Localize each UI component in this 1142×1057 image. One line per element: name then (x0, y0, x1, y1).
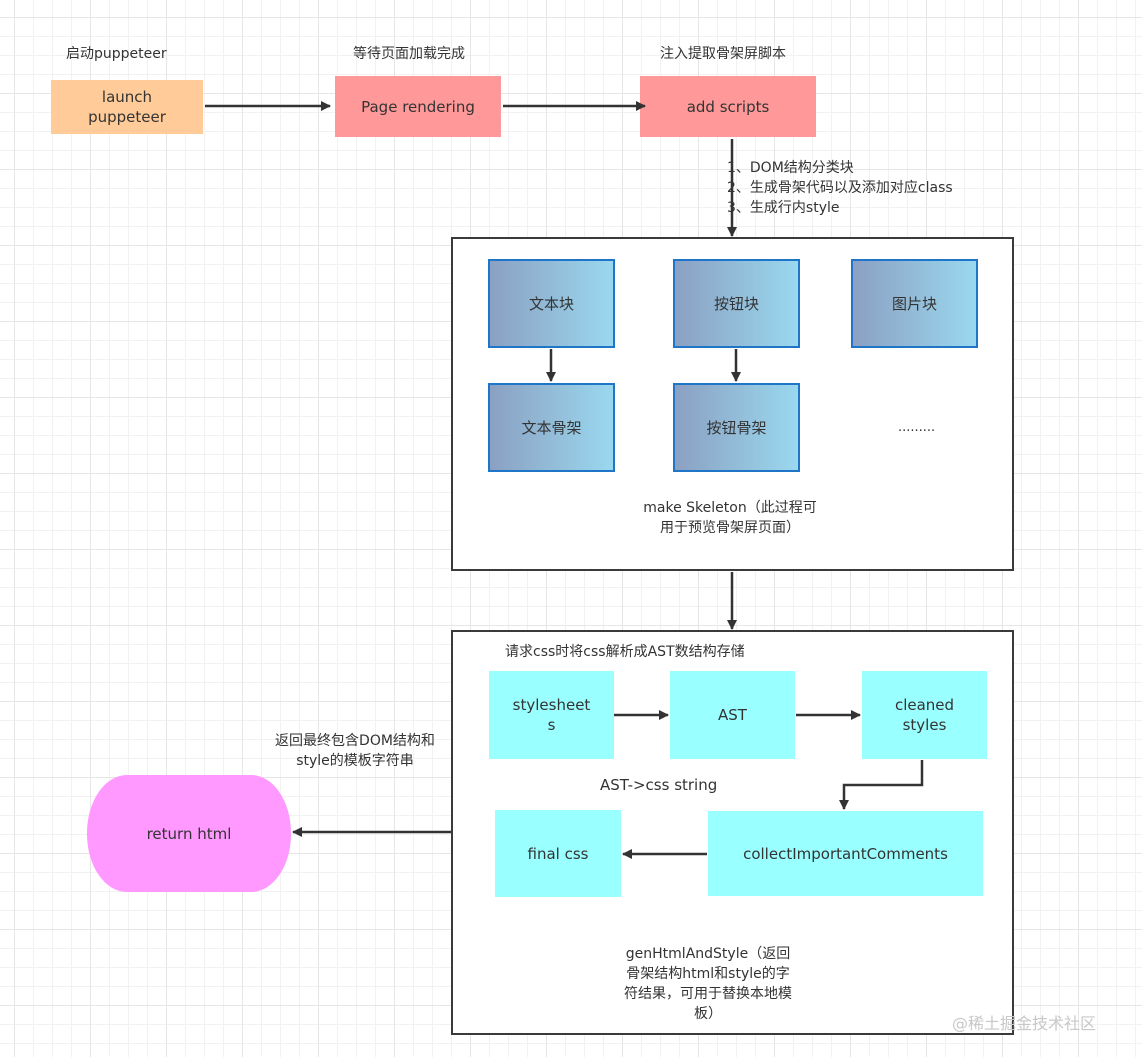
cleaned-label-line2: styles (902, 716, 947, 734)
render-caption: 等待页面加载完成 (353, 46, 465, 62)
image-block-node[interactable]: 图片块 (851, 259, 978, 348)
make-skeleton-caption-1: make Skeleton（此过程可 (643, 500, 817, 516)
return-html-label: return html (146, 824, 232, 843)
ast-node[interactable]: AST (670, 671, 795, 759)
gen-caption-1: genHtmlAndStyle（返回 (625, 946, 791, 962)
launch-puppeteer-node[interactable]: launch puppeteer (51, 80, 203, 134)
cleaned-label-line1: cleaned (894, 696, 955, 714)
scripts-caption: 注入提取骨架屏脚本 (660, 46, 786, 62)
css-group-header: 请求css时将css解析成AST数结构存储 (505, 644, 745, 660)
return-caption-2: style的模板字符串 (296, 753, 414, 769)
make-skeleton-caption-2: 用于预览骨架屏页面） (660, 520, 800, 536)
launch-caption: 启动puppeteer (66, 46, 167, 62)
ast-to-css-label: AST->css string (600, 776, 718, 794)
final-css-label: final css (527, 844, 589, 863)
add-scripts-node[interactable]: add scripts (640, 76, 816, 137)
collect-important-comments-node[interactable]: collectImportantComments (708, 811, 983, 896)
page-rendering-label: Page rendering (361, 97, 475, 116)
cleaned-styles-node[interactable]: cleaned styles (862, 671, 987, 759)
gen-caption-4: 板） (694, 1006, 722, 1022)
watermark: @稀土掘金技术社区 (952, 1014, 1097, 1033)
launch-label-line2: puppeteer (88, 108, 166, 126)
image-block-label: 图片块 (891, 294, 937, 313)
button-skeleton-node[interactable]: 按钮骨架 (673, 383, 800, 472)
return-caption-1: 返回最终包含DOM结构和 (275, 733, 435, 749)
text-block-node[interactable]: 文本块 (488, 259, 615, 348)
stylesheets-label-line1: stylesheet (512, 696, 591, 714)
stylesheets-node[interactable]: stylesheet s (489, 671, 614, 759)
collect-important-comments-label: collectImportantComments (743, 844, 948, 863)
button-block-node[interactable]: 按钮块 (673, 259, 800, 348)
launch-label-line1: launch (101, 88, 153, 106)
text-block-label: 文本块 (528, 294, 574, 313)
gen-caption-3: 符结果，可用于替换本地模 (624, 986, 792, 1002)
button-skeleton-label: 按钮骨架 (706, 418, 767, 437)
button-block-label: 按钮块 (713, 294, 759, 313)
gen-caption-2: 骨架结构html和style的字 (626, 966, 790, 982)
page-rendering-node[interactable]: Page rendering (335, 76, 501, 137)
return-html-node[interactable]: return html (87, 775, 291, 892)
scripts-note-3: 3、生成行内style (727, 200, 840, 216)
text-skeleton-node[interactable]: 文本骨架 (488, 383, 615, 472)
scripts-note-1: 1、DOM结构分类块 (727, 160, 854, 176)
stylesheets-label-line2: s (547, 716, 556, 734)
ast-label: AST (718, 706, 747, 724)
text-skeleton-label: 文本骨架 (521, 418, 582, 437)
ellipsis-label: ......... (898, 420, 936, 435)
final-css-node[interactable]: final css (495, 810, 621, 897)
scripts-note-2: 2、生成骨架代码以及添加对应class (727, 180, 953, 196)
add-scripts-label: add scripts (686, 97, 770, 116)
